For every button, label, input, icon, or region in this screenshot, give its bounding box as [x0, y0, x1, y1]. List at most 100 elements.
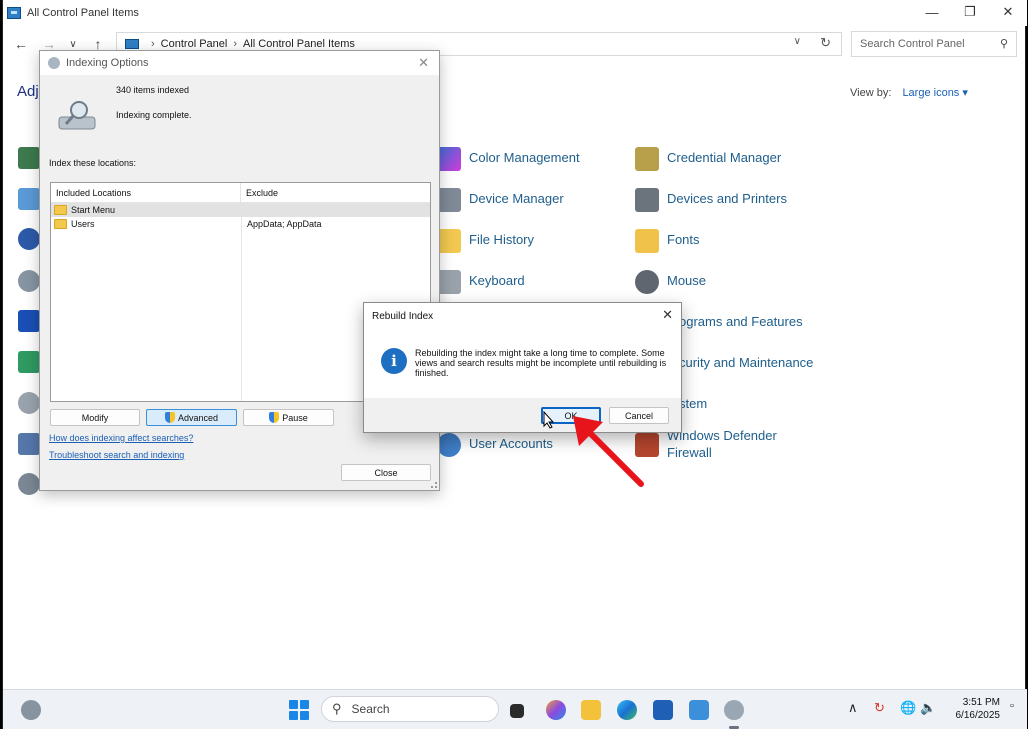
cp-item-keyboard[interactable]: Keyboard: [437, 270, 525, 294]
network-globe-icon[interactable]: 🌐: [900, 700, 916, 716]
red-arrow-annotation: [573, 416, 644, 487]
color-management-icon: [437, 147, 461, 171]
cp-item-file-history[interactable]: File History: [437, 229, 534, 253]
sync-icon[interactable]: ↻: [874, 700, 885, 716]
calendar-icon[interactable]: [18, 188, 40, 210]
window-controls: — ❐ ✕: [913, 0, 1027, 24]
cp-item-fonts[interactable]: Fonts: [635, 229, 700, 253]
column-exclude[interactable]: Exclude: [241, 183, 283, 202]
indexing-titlebar: Indexing Options ✕: [40, 51, 439, 75]
clock-date: 6/16/2025: [955, 710, 1001, 721]
store-icon[interactable]: [653, 700, 673, 720]
network-icon[interactable]: [18, 310, 40, 332]
taskbar-search-label: Search: [351, 702, 390, 716]
tray-chevron-icon[interactable]: ∧: [848, 700, 858, 716]
control-panel-icon: [7, 7, 21, 19]
address-dropdown-icon[interactable]: ∨: [794, 36, 801, 47]
indexing-status: Indexing complete.: [116, 110, 192, 120]
task-view-icon[interactable]: [510, 704, 524, 718]
info-icon: i: [381, 348, 407, 374]
widgets-icon[interactable]: [21, 700, 41, 720]
folder-icon: [54, 219, 67, 229]
sound-icon[interactable]: [18, 392, 40, 414]
cp-item-mouse[interactable]: Mouse: [635, 270, 706, 294]
pause-button[interactable]: Pause: [243, 409, 334, 426]
mouse-icon: [635, 270, 659, 294]
edge-browser-icon[interactable]: [617, 700, 637, 720]
indexing-close-icon[interactable]: ✕: [418, 55, 429, 71]
credential-manager-icon: [635, 147, 659, 171]
taskbar: ⚲ Search ∧ ↻ 🌐 🔈 3:51 PM 6/16/2025 ▫: [3, 689, 1027, 729]
close-button[interactable]: Close: [341, 464, 431, 481]
notification-icon[interactable]: ▫: [1010, 700, 1014, 712]
breadcrumb-all-items[interactable]: All Control Panel Items: [243, 38, 355, 50]
location-name: Start Menu: [71, 205, 116, 215]
refresh-icon[interactable]: ↻: [820, 35, 831, 51]
search-input[interactable]: Search Control Panel ⚲: [851, 31, 1017, 57]
maximize-button[interactable]: ❐: [951, 0, 989, 24]
cp-item-programs[interactable]: ograms and Features: [679, 311, 803, 330]
modify-button[interactable]: Modify: [50, 409, 140, 426]
view-by-dropdown[interactable]: Large icons ▾: [902, 87, 967, 99]
back-arrow-icon[interactable]: ←: [11, 34, 31, 54]
volume-icon[interactable]: 🔈: [920, 700, 936, 716]
user-accounts-icon: [437, 433, 461, 457]
rebuild-close-icon[interactable]: ✕: [662, 307, 673, 323]
breadcrumb-control-panel[interactable]: Control Panel: [161, 38, 228, 50]
taskbar-search[interactable]: ⚲ Search: [321, 696, 499, 722]
sync-center-icon[interactable]: [18, 433, 40, 455]
shield-icon: [269, 412, 280, 423]
cp-item-devices-printers[interactable]: Devices and Printers: [635, 188, 787, 212]
control-panel-taskbar-icon[interactable]: [689, 700, 709, 720]
search-icon: ⚲: [332, 701, 342, 716]
cp-item-device-manager[interactable]: Device Manager: [437, 188, 564, 212]
cp-item-system[interactable]: stem: [679, 393, 707, 412]
cp-item-credential-manager[interactable]: Credential Manager: [635, 147, 781, 171]
cp-item-color-management[interactable]: Color Management: [437, 147, 580, 171]
minimize-button[interactable]: —: [913, 0, 951, 24]
clock[interactable]: 3:51 PM 6/16/2025: [944, 696, 1001, 722]
troubleshoot-link[interactable]: Troubleshoot search and indexing: [49, 450, 184, 460]
breadcrumb-separator: ›: [151, 38, 155, 50]
file-explorer-icon[interactable]: [581, 700, 601, 720]
location-name: Users: [71, 219, 95, 229]
view-by-label: View by:: [850, 87, 892, 99]
fonts-icon: [635, 229, 659, 253]
start-button[interactable]: [289, 700, 309, 720]
table-row[interactable]: Start Menu: [51, 203, 430, 217]
recovery-icon[interactable]: [18, 351, 40, 373]
desktop-screen: All Control Panel Items — ❐ ✕ ← → ∨ ↑ › …: [2, 0, 1027, 729]
region-icon[interactable]: [18, 228, 40, 250]
cp-item-security[interactable]: curity and Maintenance: [679, 352, 813, 371]
rebuild-title: Rebuild Index: [372, 311, 434, 322]
control-panel-titlebar: All Control Panel Items — ❐ ✕: [3, 0, 1027, 26]
rebuild-message: Rebuilding the index might take a long t…: [415, 348, 667, 378]
column-included[interactable]: Included Locations: [51, 183, 241, 202]
table-header: Included Locations Exclude: [51, 183, 430, 203]
keyboard-icon: [437, 270, 461, 294]
exclude-value: AppData; AppData: [247, 219, 322, 229]
advanced-button[interactable]: Advanced: [146, 409, 237, 426]
mouse-cursor-icon: [543, 411, 555, 429]
locations-label: Index these locations:: [49, 158, 137, 168]
view-by: View by: Large icons ▾: [850, 86, 968, 99]
close-window-button[interactable]: ✕: [989, 0, 1027, 24]
action-center-icon[interactable]: [18, 147, 40, 169]
items-indexed-count: 340 items indexed: [116, 85, 190, 95]
device-manager-icon: [437, 188, 461, 212]
resize-grip[interactable]: [431, 482, 437, 488]
indexing-taskbar-icon[interactable]: [724, 700, 744, 720]
folder-icon: [54, 205, 67, 215]
indexing-help-link[interactable]: How does indexing affect searches?: [49, 433, 193, 443]
window-title: All Control Panel Items: [27, 7, 139, 19]
indexing-icon[interactable]: [18, 270, 40, 292]
table-row[interactable]: Users AppData; AppData: [51, 217, 430, 231]
search-icon: ⚲: [999, 38, 1008, 50]
indexing-title-icon: [48, 57, 60, 69]
cp-item-user-accounts[interactable]: User Accounts: [437, 433, 553, 457]
control-panel-crumb-icon: [125, 39, 139, 49]
clock-time: 3:51 PM: [962, 697, 1000, 708]
work-folders-icon[interactable]: [18, 473, 40, 495]
copilot-icon[interactable]: [546, 700, 566, 720]
column-divider: [241, 203, 242, 401]
